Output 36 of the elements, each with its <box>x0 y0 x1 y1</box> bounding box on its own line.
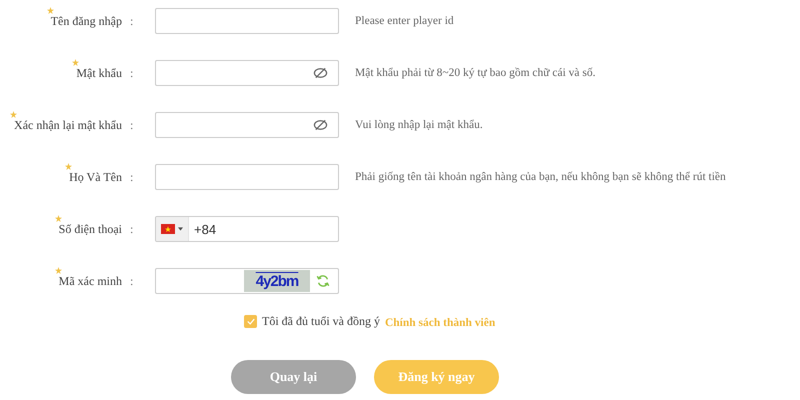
field-label: Xác nhận lại mật khẩu <box>14 118 122 132</box>
checkbox[interactable] <box>244 315 257 328</box>
label-colon: : <box>129 118 134 132</box>
back-button[interactable]: Quay lại <box>231 360 356 394</box>
field-hint: Vui lòng nhập lại mật khẩu. <box>355 119 483 131</box>
policy-link[interactable]: Chính sách thành viên <box>384 317 496 329</box>
captcha-field[interactable]: 4y2bm <box>155 268 339 294</box>
label-colon: : <box>129 222 134 236</box>
label-colon: : <box>129 66 134 80</box>
label-colon: : <box>129 170 134 184</box>
field-label: Mã xác minh <box>58 274 122 288</box>
agreement-text: Tôi đã đủ tuổi và đồng ý <box>262 314 380 329</box>
register-button[interactable]: Đăng ký ngay <box>374 360 499 394</box>
label-colon: : <box>129 14 134 28</box>
field-label: Mật khẩu <box>76 66 122 80</box>
field-label: Tên đăng nhập <box>50 14 122 28</box>
captcha-image: 4y2bm <box>244 270 310 292</box>
input-field[interactable] <box>155 164 339 190</box>
eye-slash-icon[interactable] <box>313 119 328 131</box>
phone-field[interactable]: +84 <box>155 216 339 242</box>
label-colon: : <box>129 274 134 288</box>
flag-icon <box>161 224 175 234</box>
field-hint: Mật khẩu phải từ 8~20 ký tự bao gồm chữ cái và số. <box>355 67 596 79</box>
input-field[interactable] <box>155 8 339 34</box>
field-hint: Phải giống tên tài khoản ngân hàng của bạn, nếu không bạn sẽ không thể rút tiền <box>355 171 726 183</box>
country-selector[interactable] <box>156 217 189 241</box>
password-field[interactable] <box>155 60 339 86</box>
check-icon <box>246 318 254 325</box>
phone-value: +84 <box>194 222 216 236</box>
eye-slash-icon[interactable] <box>313 67 328 79</box>
field-hint: Please enter player id <box>355 15 454 27</box>
password-field[interactable] <box>155 112 339 138</box>
field-label: Họ Và Tên <box>69 170 122 184</box>
field-label: Số điện thoại <box>58 222 122 236</box>
refresh-icon[interactable] <box>316 274 330 288</box>
caret-icon <box>178 227 183 231</box>
